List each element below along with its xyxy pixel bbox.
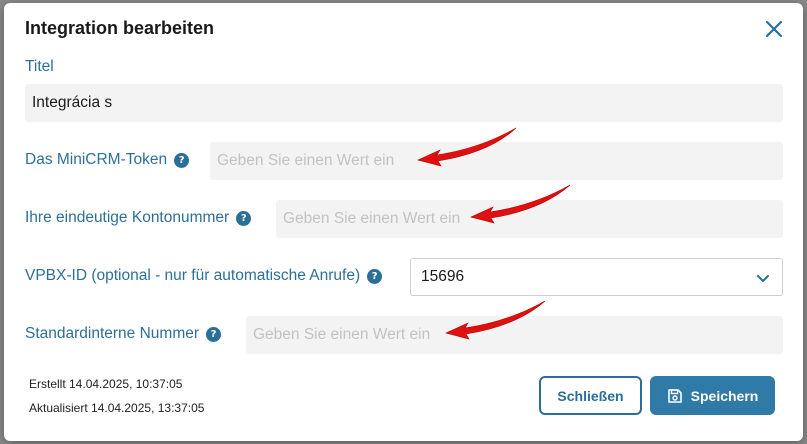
vpbx-id-value: 15696 [421,268,465,285]
vpbx-label: VPBX-ID (optional - nur für automatische… [25,267,383,285]
standardinterne-nummer-input[interactable] [246,316,783,354]
dialog-title: Integration bearbeiten [25,18,215,38]
vpbx-id-select[interactable]: 15696 [410,258,783,296]
help-icon[interactable]: ? [367,268,383,284]
help-icon[interactable]: ? [236,210,252,226]
konto-label-text: Ihre eindeutige Kontonummer [25,209,230,226]
titel-label-text: Titel [25,58,54,75]
kontonummer-input[interactable] [276,200,783,238]
token-label: Das MiniCRM-Token ? [25,151,190,169]
close-button-label: Schließen [557,387,624,404]
intern-label: Standardinterne Nummer ? [25,325,222,343]
close-button[interactable]: Schließen [539,376,642,415]
token-label-text: Das MiniCRM-Token [25,151,168,168]
titel-input[interactable] [25,84,783,122]
vpbx-label-text: VPBX-ID (optional - nur für automatische… [25,267,361,284]
save-button-label: Speichern [690,387,759,404]
edit-integration-dialog: Integration bearbeiten Titel Das MiniCRM… [4,3,803,441]
close-icon[interactable] [764,19,784,39]
intern-label-text: Standardinterne Nummer [25,325,200,342]
konto-label: Ihre eindeutige Kontonummer ? [25,209,252,227]
created-timestamp: Erstellt 14.04.2025, 10:37:05 [29,377,183,391]
help-icon[interactable]: ? [206,326,222,342]
titel-label: Titel [25,58,54,76]
chevron-down-icon [757,275,769,282]
save-button[interactable]: Speichern [650,376,775,415]
help-icon[interactable]: ? [174,152,190,168]
minicrm-token-input[interactable] [210,142,783,180]
updated-timestamp: Aktualisiert 14.04.2025, 13:37:05 [29,401,205,415]
save-icon [667,388,682,403]
